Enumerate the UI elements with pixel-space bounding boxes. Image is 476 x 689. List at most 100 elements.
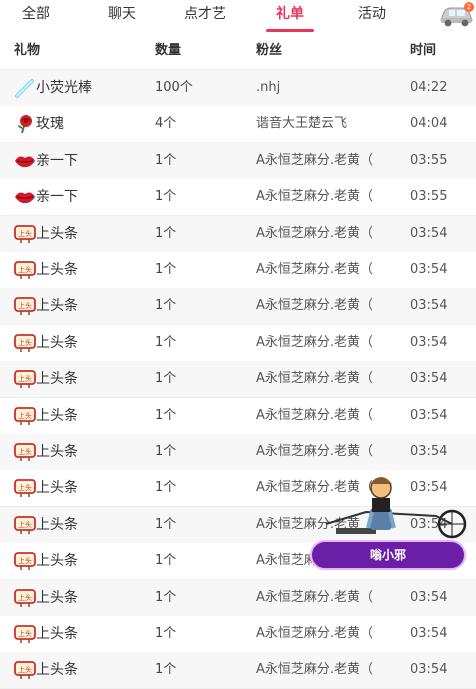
gift-name: 上头条: [36, 662, 78, 679]
headline-sign-icon: 上头: [14, 588, 36, 608]
svg-text:上头: 上头: [18, 374, 32, 383]
fan-name[interactable]: A永恒芝麻分.老黄（: [256, 179, 376, 215]
gift-name: 上头条: [36, 516, 78, 533]
lips-icon: [14, 187, 36, 207]
gift-time: 03:54: [410, 662, 448, 678]
gift-qty: 100个: [155, 80, 193, 95]
gift-qty: 1个: [155, 298, 177, 314]
table-row: 上头上头条 1个 A永恒芝麻分.老黄（ 03:54: [0, 652, 476, 689]
table-row: 上头上头条 1个 A永恒芝麻分.老黄（ 03:54: [0, 215, 476, 253]
gift-qty: 1个: [155, 334, 177, 350]
fan-name[interactable]: A永恒芝麻分.老黄（: [256, 252, 376, 288]
gift-name: 上头条: [36, 262, 78, 278]
tab-activity[interactable]: 活动: [354, 0, 390, 32]
entry-name-banner: 嗡小邪: [310, 540, 466, 570]
gift-time: 03:54: [410, 626, 448, 641]
svg-text:上头: 上头: [18, 556, 32, 565]
headline-sign-icon: 上头: [14, 660, 36, 680]
gift-qty: 1个: [155, 589, 177, 605]
table-row: 上头上头条 1个 A永恒芝麻分.老黄（ 03:54: [0, 434, 476, 471]
fan-name[interactable]: A永恒芝麻分.老黄（: [256, 616, 376, 652]
table-row: 上头上头条 1个 A永恒芝麻分.老黄（ 03:54: [0, 616, 476, 653]
column-fan: 粉丝: [256, 43, 283, 58]
fan-name[interactable]: A永恒芝麻分.老黄（: [256, 288, 376, 324]
gift-qty: 1个: [155, 662, 177, 678]
rider-bike-icon: [325, 477, 467, 539]
svg-text:上头: 上头: [18, 229, 32, 238]
gift-time: 03:54: [410, 298, 448, 314]
fan-name[interactable]: A永恒芝麻分.老黄（: [256, 143, 376, 179]
table-row: 上头上头条 1个 A永恒芝麻分.老黄（ 03:54: [0, 579, 476, 617]
gift-time: 03:54: [410, 371, 448, 387]
fan-name[interactable]: A永恒芝麻分.老黄（: [256, 398, 376, 434]
table-header: 礼物 数量 粉丝 时间: [0, 33, 476, 70]
fan-name[interactable]: 谐音大王楚云飞: [256, 106, 376, 142]
gift-name: 上头条: [36, 334, 78, 351]
headline-sign-icon: 上头: [14, 406, 36, 426]
svg-text:上头: 上头: [18, 301, 32, 310]
gift-qty: 1个: [155, 189, 177, 205]
table-row: 亲一下 1个 A永恒芝麻分.老黄（ 03:55: [0, 142, 476, 180]
column-gift: 礼物: [14, 43, 41, 58]
tab-all[interactable]: 全部: [18, 0, 54, 32]
gift-qty: 1个: [155, 444, 177, 459]
fan-name[interactable]: A永恒芝麻分.老黄（: [256, 434, 376, 470]
tab-bar: 全部 聊天 点才艺 礼单 活动 2: [0, 0, 476, 32]
table-row: 上头上头条 1个 A永恒芝麻分.老黄（ 03:54: [0, 288, 476, 326]
table-row: 上头上头条 1个 A永恒芝麻分.老黄（ 03:54: [0, 397, 476, 435]
table-row: 小荧光棒 100个 .nhj 04:22: [0, 70, 476, 107]
table-row: 亲一下 1个 A永恒芝麻分.老黄（ 03:55: [0, 179, 476, 217]
car-icon[interactable]: 2: [438, 2, 474, 28]
tab-chat[interactable]: 聊天: [104, 0, 140, 32]
svg-text:上头: 上头: [18, 265, 32, 274]
headline-sign-icon: 上头: [14, 624, 36, 644]
headline-sign-icon: 上头: [14, 296, 36, 316]
gift-qty: 1个: [155, 152, 177, 168]
gift-name: 上头条: [36, 589, 78, 606]
headline-sign-icon: 上头: [14, 369, 36, 389]
gift-time: 03:54: [410, 225, 448, 241]
rose-icon: [14, 114, 36, 134]
gift-qty: 1个: [155, 407, 177, 423]
column-time: 时间: [410, 43, 437, 58]
entry-effect-overlay: 嗡小邪: [306, 468, 474, 578]
tab-label: 活动: [358, 6, 386, 22]
fan-name[interactable]: A永恒芝麻分.老黄（: [256, 216, 376, 252]
active-tab-indicator: [266, 29, 314, 32]
svg-text:上头: 上头: [18, 338, 32, 347]
headline-sign-icon: 上头: [14, 551, 36, 571]
gift-name: 上头条: [36, 480, 78, 497]
gift-qty: 1个: [155, 553, 177, 569]
svg-text:上头: 上头: [18, 665, 32, 674]
gift-qty: 1个: [155, 371, 177, 387]
gift-name: 上头条: [36, 444, 78, 460]
gift-qty: 1个: [155, 516, 177, 532]
tab-gift-list[interactable]: 礼单: [266, 0, 314, 32]
tab-talent[interactable]: 点才艺: [180, 0, 230, 32]
svg-text:上头: 上头: [18, 447, 32, 456]
table-row: 上头上头条 1个 A永恒芝麻分.老黄（ 03:54: [0, 361, 476, 399]
gift-time: 03:54: [410, 334, 448, 350]
glowstick-icon: [14, 78, 36, 98]
tab-label: 点才艺: [184, 6, 226, 22]
fan-name[interactable]: A永恒芝麻分.老黄（: [256, 361, 376, 397]
car-badge: 2: [464, 2, 474, 12]
gift-name: 亲一下: [36, 152, 78, 169]
tab-label: 聊天: [108, 6, 136, 22]
fan-name[interactable]: .nhj: [256, 70, 376, 106]
gift-time: 03:54: [410, 262, 448, 277]
headline-sign-icon: 上头: [14, 478, 36, 498]
gift-name: 亲一下: [36, 189, 78, 206]
table-row: 玫瑰 4个 谐音大王楚云飞 04:04: [0, 106, 476, 144]
gift-name: 玫瑰: [36, 116, 64, 133]
gift-name: 小荧光棒: [36, 80, 92, 96]
fan-name[interactable]: A永恒芝麻分.老黄（: [256, 652, 376, 688]
fan-name[interactable]: A永恒芝麻分.老黄（: [256, 325, 376, 361]
svg-text:上头: 上头: [18, 411, 32, 420]
svg-text:上头: 上头: [18, 593, 32, 602]
headline-sign-icon: 上头: [14, 442, 36, 462]
tab-label: 全部: [22, 6, 50, 22]
gift-time: 03:55: [410, 152, 448, 168]
fan-name[interactable]: A永恒芝麻分.老黄（: [256, 580, 376, 616]
headline-sign-icon: 上头: [14, 224, 36, 244]
